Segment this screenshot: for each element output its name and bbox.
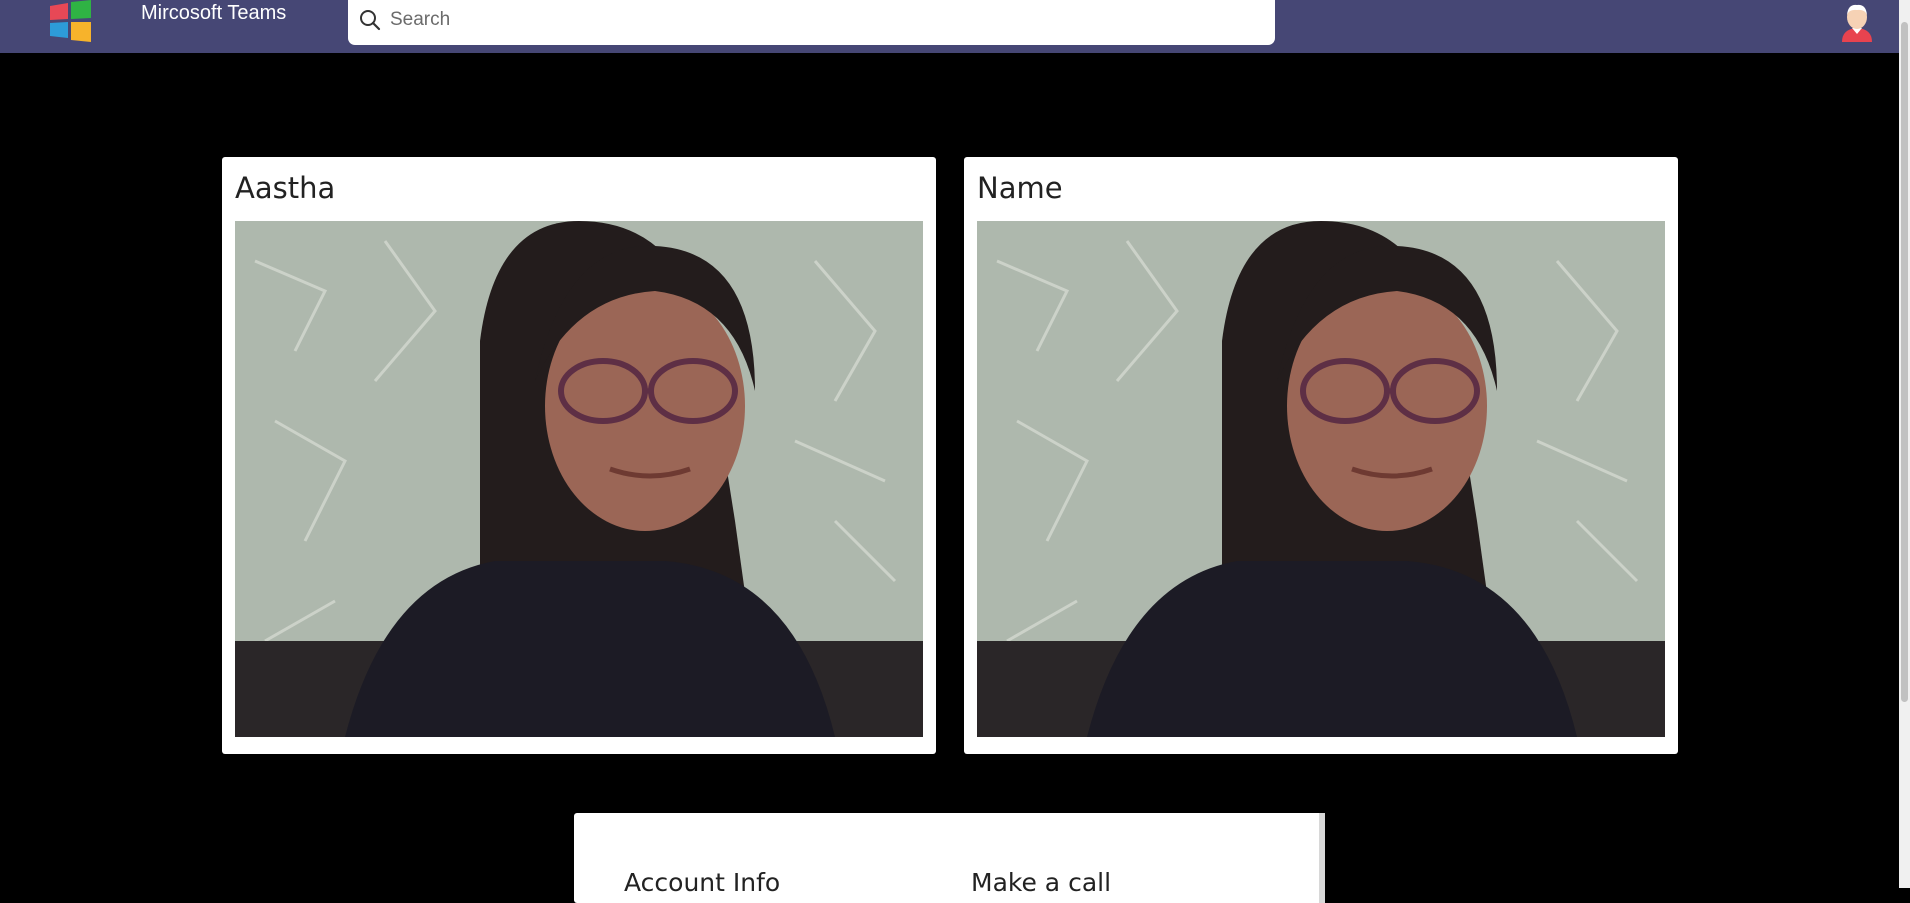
- windows-logo-icon[interactable]: [48, 0, 93, 42]
- search-bar[interactable]: [348, 0, 1275, 45]
- search-icon: [360, 10, 381, 31]
- options-panel: Account Info Make a call: [574, 813, 1325, 903]
- webcam-frame-image: [235, 221, 923, 737]
- app-title: Mircosoft Teams: [141, 2, 287, 24]
- participant-name: Aastha: [235, 171, 336, 205]
- video-card-remote: Name: [964, 157, 1678, 754]
- make-a-call-heading: Make a call: [971, 868, 1112, 897]
- video-stream: [235, 221, 923, 737]
- scrollbar-thumb[interactable]: [1901, 22, 1908, 702]
- page-scrollbar[interactable]: [1899, 0, 1910, 888]
- search-input[interactable]: [388, 4, 1248, 36]
- video-stream: [977, 221, 1665, 737]
- top-nav-bar: Mircosoft Teams: [0, 0, 1899, 53]
- video-card-self: Aastha: [222, 157, 936, 754]
- webcam-frame-image: [977, 221, 1665, 737]
- account-info-heading: Account Info: [624, 868, 781, 897]
- participant-name: Name: [977, 171, 1063, 205]
- panel-scroll-edge: [1319, 813, 1325, 903]
- user-avatar-icon[interactable]: [1838, 2, 1876, 42]
